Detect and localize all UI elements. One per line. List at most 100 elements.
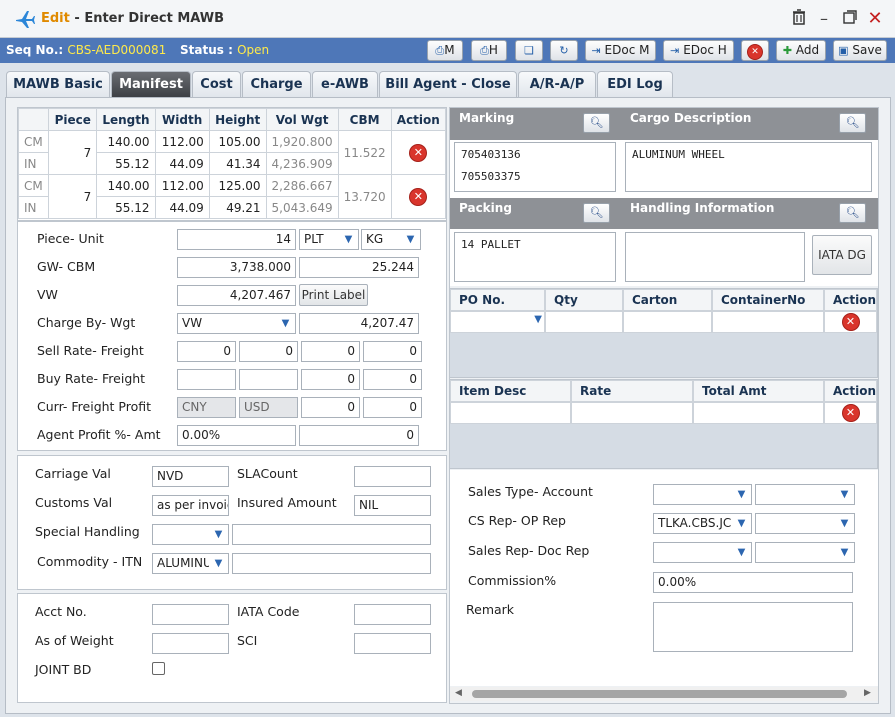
width-cell[interactable]: 112.00 [154, 174, 210, 197]
vw-input[interactable]: 4,207.467 [177, 285, 296, 306]
close-icon[interactable]: ✕ [865, 9, 885, 29]
po-cell[interactable]: ▼ [450, 311, 545, 333]
tab-e-awb[interactable]: e-AWB [312, 71, 378, 97]
special-handling-select[interactable]: ▼ [152, 524, 229, 545]
scroll-right-icon[interactable]: ▶ [864, 688, 871, 698]
as-of-weight-input[interactable] [152, 633, 229, 654]
edoc-h-button[interactable]: ⇥ EDoc H [663, 40, 734, 61]
tab-mawb-basic[interactable]: MAWB Basic [6, 71, 110, 97]
marking-label: Marking [459, 111, 515, 125]
print-h-button[interactable]: ⎙H [471, 40, 507, 61]
agent-profit-amt-input[interactable]: 0 [299, 425, 419, 446]
unit-select[interactable]: PLT ▼ [299, 229, 359, 250]
cancel-button[interactable]: ✕ [741, 40, 769, 61]
print-label-button[interactable]: Print Label [299, 284, 368, 306]
print-m-button[interactable]: ⎙M [427, 40, 463, 61]
special-handling-text[interactable] [232, 524, 431, 545]
save-button[interactable]: ▣ Save [833, 40, 887, 61]
remark-textarea[interactable] [653, 602, 853, 652]
width-cell[interactable]: 112.00 [154, 130, 210, 153]
carriage-val-input[interactable]: NVD [152, 466, 229, 487]
piece-cell[interactable]: 7 [48, 174, 98, 219]
length-cell[interactable]: 140.00 [96, 174, 156, 197]
marking-textarea[interactable]: 705403136 705503375 [454, 142, 616, 192]
doc-rep-select[interactable]: ▼ [755, 542, 855, 563]
delete-icon[interactable]: ✕ [410, 188, 427, 205]
seq-no: Seq No.: CBS-AED000081 [6, 43, 167, 57]
edoc-m-button[interactable]: ⇥ EDoc M [585, 40, 656, 61]
cbm-input[interactable]: 25.244 [299, 257, 419, 278]
insured-amount-input[interactable]: NIL [354, 495, 431, 516]
packing-textarea[interactable]: 14 PALLET [454, 232, 616, 282]
minimize-icon[interactable]: – [814, 9, 834, 29]
sales-type-select[interactable]: ▼ [653, 484, 752, 505]
item-desc-cell[interactable] [450, 402, 571, 424]
sci-input[interactable] [354, 633, 431, 654]
iata-code-input[interactable] [354, 604, 431, 625]
cargo-desc-search-button[interactable]: 🔍︎ [839, 113, 866, 133]
tab-ar-ap[interactable]: A/R-A/P [518, 71, 596, 97]
charge-by-select[interactable]: VW ▼ [177, 313, 296, 334]
weight-unit-select[interactable]: KG ▼ [361, 229, 421, 250]
tab-edi-log[interactable]: EDI Log [597, 71, 673, 97]
charge-weight-input[interactable]: 4,207.47 [299, 313, 419, 334]
account-select[interactable]: ▼ [755, 484, 855, 505]
op-rep-select[interactable]: ▼ [755, 513, 855, 534]
commodity-select[interactable]: ALUMINU ▼ [152, 553, 229, 574]
refresh-button[interactable]: ↻ [550, 40, 578, 61]
trash-icon[interactable] [789, 9, 809, 29]
tab-cost[interactable]: Cost [192, 71, 241, 97]
marking-search-button[interactable]: 🔍︎ [583, 113, 610, 133]
length-cell[interactable]: 140.00 [96, 130, 156, 153]
tab-bill-agent-close[interactable]: Bill Agent - Close [379, 71, 517, 97]
iata-dg-button[interactable]: IATA DG [812, 235, 872, 275]
sell-rate-input[interactable]: 0 [177, 341, 236, 362]
piece-cell[interactable]: 7 [48, 130, 98, 175]
handling-textarea[interactable] [625, 232, 805, 282]
height-cell[interactable]: 105.00 [208, 130, 267, 153]
sell-rate-input[interactable]: 0 [239, 341, 298, 362]
sales-rep-select[interactable]: ▼ [653, 542, 752, 563]
qty-cell[interactable] [545, 311, 623, 333]
customs-val-input[interactable]: as per invoic [152, 495, 229, 516]
copy-button[interactable]: ❏ [515, 40, 543, 61]
gw-input[interactable]: 3,738.000 [177, 257, 296, 278]
delete-icon[interactable]: ✕ [410, 144, 427, 161]
buy-freight-input[interactable]: 0 [363, 369, 422, 390]
buy-rate-input[interactable] [239, 369, 298, 390]
sell-freight-input[interactable]: 0 [363, 341, 422, 362]
delete-icon[interactable]: ✕ [842, 405, 859, 421]
qty-col-header: Qty [545, 289, 623, 311]
rate-cell[interactable] [571, 402, 693, 424]
freight-profit-input[interactable]: 0 [301, 397, 360, 418]
scrollbar-thumb[interactable] [472, 690, 847, 698]
add-button[interactable]: ✚ Add [776, 40, 826, 61]
delete-icon[interactable]: ✕ [842, 314, 859, 330]
piece-input[interactable]: 14 [177, 229, 296, 250]
sell-freight-input[interactable]: 0 [301, 341, 360, 362]
commission-input[interactable]: 0.00% [653, 572, 853, 593]
tab-charge[interactable]: Charge [242, 71, 311, 97]
magnifier-icon: 🔍︎ [845, 206, 860, 219]
total-amt-cell[interactable] [693, 402, 824, 424]
handling-search-button[interactable]: 🔍︎ [839, 203, 866, 223]
packing-search-button[interactable]: 🔍︎ [583, 203, 610, 223]
col-header: Length [96, 108, 156, 131]
agent-profit-pct-input[interactable]: 0.00% [177, 425, 296, 446]
itn-input[interactable] [232, 553, 431, 574]
restore-icon[interactable] [840, 9, 860, 29]
buy-rate-input[interactable] [177, 369, 236, 390]
container-cell[interactable] [712, 311, 824, 333]
carton-cell[interactable] [623, 311, 712, 333]
joint-bd-checkbox[interactable] [152, 662, 165, 675]
tab-manifest[interactable]: Manifest [111, 71, 191, 97]
cs-rep-select[interactable]: TLKA.CBS.JC ▼ [653, 513, 752, 534]
cargo-desc-textarea[interactable]: ALUMINUM WHEEL [625, 142, 872, 192]
sla-count-input[interactable] [354, 466, 431, 487]
height-cell[interactable]: 125.00 [208, 174, 267, 197]
unit-cm: CM [17, 174, 50, 197]
scroll-left-icon[interactable]: ◀ [455, 688, 462, 698]
freight-profit-input[interactable]: 0 [363, 397, 422, 418]
acct-no-input[interactable] [152, 604, 229, 625]
buy-freight-input[interactable]: 0 [301, 369, 360, 390]
